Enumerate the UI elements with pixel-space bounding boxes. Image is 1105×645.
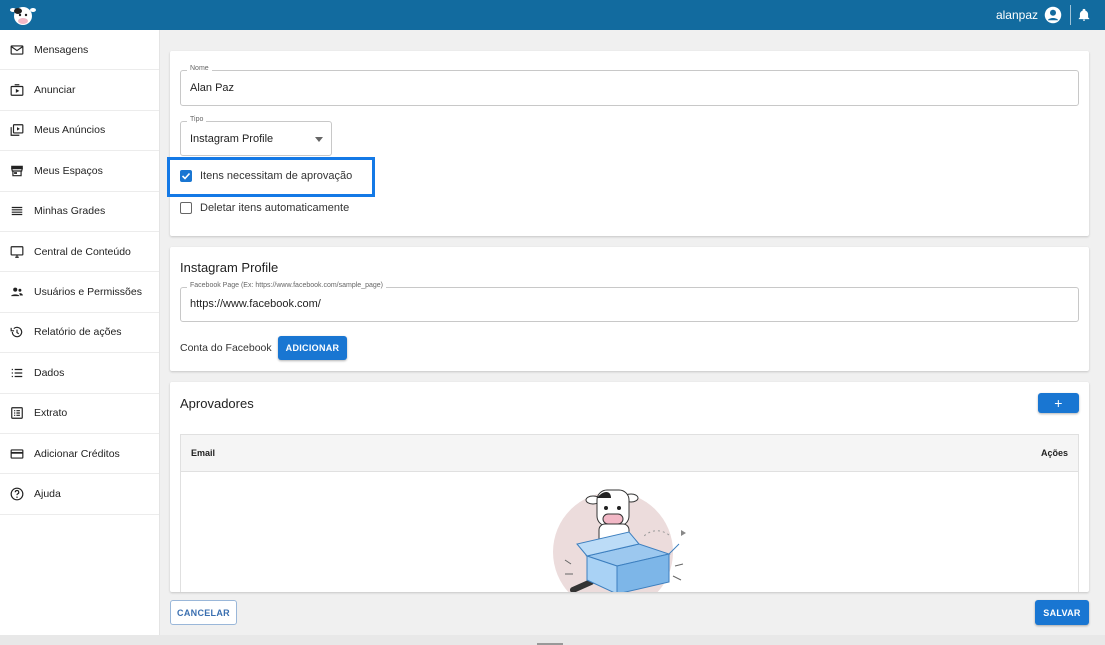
- type-select[interactable]: Tipo Instagram Profile: [180, 116, 332, 156]
- facebook-page-input[interactable]: [190, 298, 998, 310]
- sidebar-item-label: Mensagens: [34, 43, 89, 56]
- approvers-title: Aprovadores: [180, 396, 254, 411]
- type-label: Tipo: [187, 116, 207, 123]
- name-field[interactable]: Nome: [180, 65, 1079, 106]
- sidebar-item-label: Meus Espaços: [34, 164, 103, 177]
- approvers-card: Aprovadores + Email Ações: [170, 382, 1089, 592]
- save-button[interactable]: SALVAR: [1035, 600, 1089, 625]
- sidebar: Mensagens Anunciar Meus Anúncios Meus Es…: [0, 30, 160, 635]
- sidebar-item-label: Anunciar: [34, 84, 76, 97]
- facebook-page-field[interactable]: Facebook Page (Ex: https://www.facebook.…: [180, 282, 1079, 322]
- column-email[interactable]: Email: [191, 448, 215, 458]
- sidebar-item-dados[interactable]: Dados: [0, 353, 159, 394]
- name-label: Nome: [187, 65, 212, 72]
- mail-icon: [10, 45, 24, 55]
- checkbox-checked-icon[interactable]: [180, 170, 192, 182]
- sidebar-item-usuarios-permissoes[interactable]: Usuários e Permissões: [0, 272, 159, 313]
- add-facebook-button[interactable]: ADICIONAR: [278, 336, 347, 360]
- cow-logo-icon[interactable]: [10, 3, 36, 27]
- sidebar-item-label: Adicionar Créditos: [34, 447, 120, 460]
- type-value: Instagram Profile: [190, 133, 274, 145]
- sidebar-item-label: Minhas Grades: [34, 205, 106, 218]
- username[interactable]: alanpaz: [996, 8, 1038, 22]
- bell-icon[interactable]: [1077, 8, 1091, 22]
- sidebar-item-minhas-grades[interactable]: Minhas Grades: [0, 192, 159, 232]
- main-content: Nome Tipo Instagram Profile Itens necess…: [160, 30, 1105, 635]
- sidebar-item-adicionar-creditos[interactable]: Adicionar Créditos: [0, 434, 159, 475]
- menu-lines-icon: [11, 207, 23, 216]
- credit-card-icon: [10, 448, 24, 459]
- list-icon: [11, 368, 23, 377]
- sidebar-item-extrato[interactable]: Extrato: [0, 394, 159, 434]
- caret-down-icon: [315, 137, 323, 142]
- people-icon: [11, 287, 23, 297]
- approval-checkbox[interactable]: Itens necessitam de aprovação: [180, 170, 352, 182]
- facebook-account-label: Conta do Facebook: [180, 342, 272, 354]
- account-circle-icon[interactable]: [1044, 6, 1062, 24]
- sidebar-item-label: Ajuda: [34, 487, 61, 500]
- approvers-table: Email Ações: [180, 434, 1079, 592]
- checkbox-unchecked-icon[interactable]: [180, 202, 192, 214]
- receipt-icon: [11, 407, 23, 420]
- history-icon: [10, 327, 23, 338]
- sidebar-item-ajuda[interactable]: Ajuda: [0, 474, 159, 515]
- sidebar-item-central-de-conteudo[interactable]: Central de Conteúdo: [0, 232, 159, 273]
- sidebar-item-label: Usuários e Permissões: [34, 286, 142, 299]
- cancel-button[interactable]: CANCELAR: [170, 600, 237, 625]
- sidebar-item-anunciar[interactable]: Anunciar: [0, 70, 159, 111]
- play-box-icon: [10, 84, 24, 96]
- top-bar: alanpaz: [0, 0, 1105, 30]
- table-header: Email Ações: [181, 435, 1078, 472]
- sidebar-item-label: Relatório de ações: [34, 326, 122, 339]
- delete-label: Deletar itens automaticamente: [200, 202, 350, 214]
- sidebar-item-label: Dados: [34, 366, 65, 379]
- video-library-icon: [10, 124, 24, 137]
- sidebar-item-mensagens[interactable]: Mensagens: [0, 30, 159, 71]
- store-icon: [11, 165, 23, 177]
- approval-label: Itens necessitam de aprovação: [200, 170, 353, 182]
- instagram-card: Instagram Profile Facebook Page (Ex: htt…: [170, 247, 1089, 371]
- name-input[interactable]: [190, 82, 998, 94]
- help-circle-icon: [10, 487, 24, 501]
- sidebar-item-meus-espacos[interactable]: Meus Espaços: [0, 151, 159, 192]
- divider: [1070, 5, 1071, 25]
- sidebar-item-meus-anuncios[interactable]: Meus Anúncios: [0, 111, 159, 152]
- settings-card: Nome Tipo Instagram Profile Itens necess…: [167, 51, 1089, 236]
- monitor-icon: [10, 245, 24, 258]
- form-footer: CANCELAR SALVAR: [160, 592, 1105, 635]
- sidebar-item-label: Extrato: [34, 407, 68, 420]
- facebook-page-label: Facebook Page (Ex: https://www.facebook.…: [187, 282, 386, 289]
- add-approver-button[interactable]: +: [1038, 393, 1079, 413]
- sidebar-item-label: Central de Conteúdo: [34, 245, 131, 258]
- cow-box-illustration: [553, 489, 686, 592]
- sidebar-item-label: Meus Anúncios: [34, 124, 106, 137]
- delete-checkbox[interactable]: Deletar itens automaticamente: [180, 202, 349, 214]
- sidebar-item-relatorio-acoes[interactable]: Relatório de ações: [0, 313, 159, 354]
- column-acoes[interactable]: Ações: [1041, 448, 1068, 458]
- instagram-title: Instagram Profile: [180, 260, 279, 275]
